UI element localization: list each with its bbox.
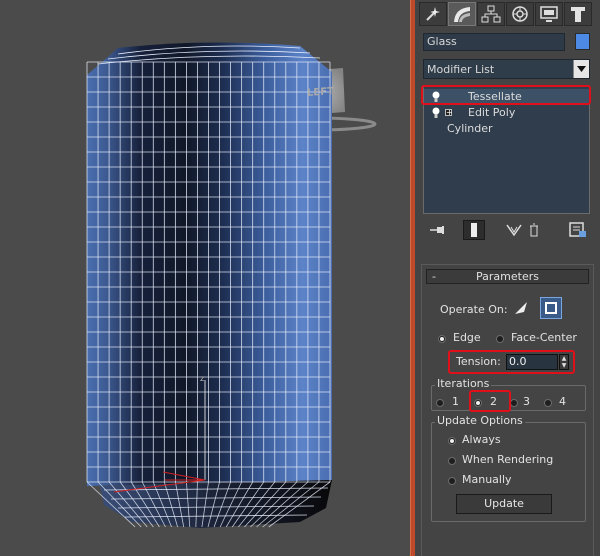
square-face-icon [545,302,557,314]
tab-display[interactable] [535,2,563,26]
axis-z-label: z [200,374,205,383]
edge-radio[interactable] [438,335,446,343]
pin-stack-button[interactable] [427,220,449,240]
update-options-label: Update Options [435,414,525,427]
parameters-rollout: - Parameters Operate On: Edge Face-Cente… [421,264,594,556]
stack-toolbar [423,220,593,242]
expand-plus-icon[interactable]: + [445,109,453,117]
parameters-rollout-header[interactable]: - Parameters [426,269,589,284]
update-button[interactable]: Update [456,494,552,514]
trash-icon [530,223,538,237]
tab-create[interactable] [419,2,447,26]
operate-on-faces-button[interactable] [540,297,562,319]
tab-hierarchy[interactable] [477,2,505,26]
edge-label: Edge [453,331,481,344]
make-unique-button[interactable] [503,220,525,240]
command-panel-tabs [419,2,592,28]
pin-icon [430,226,444,234]
iteration-4-radio[interactable] [544,399,552,407]
hierarchy-icon [481,5,501,23]
modifier-list-label: Modifier List [427,63,495,76]
end-result-icon [471,223,477,237]
iterations-label: Iterations [435,377,492,390]
viewcube-face-label: LEFT [307,86,334,99]
modifier-list-dropdown[interactable]: Modifier List [423,59,590,79]
tab-modify[interactable] [448,2,476,26]
configure-sets-icon [569,222,586,237]
when-rendering-label: When Rendering [462,453,554,466]
chevron-down-icon [577,66,586,72]
create-icon [426,7,440,21]
object-name-field[interactable]: Glass [423,33,565,51]
rollout-title: Parameters [476,270,539,283]
show-end-result-button[interactable] [463,220,485,240]
iteration-1-radio[interactable] [436,399,444,407]
dropdown-arrow-button[interactable] [573,60,589,78]
highlight-tessellate [421,85,591,105]
when-rendering-radio[interactable] [448,457,456,465]
lightbulb-icon[interactable] [432,107,440,119]
modifier-stack: Tessellate + Edit Poly Cylinder [423,86,590,214]
highlight-iteration-2 [469,390,511,412]
stack-item-edit-poly[interactable]: + Edit Poly [424,105,589,121]
tab-motion[interactable] [506,2,534,26]
triangle-face-icon [515,302,527,314]
highlight-tension [448,350,575,374]
iteration-3-radio[interactable] [510,399,518,407]
face-center-label: Face-Center [511,331,577,344]
display-icon [540,6,558,22]
face-center-radio[interactable] [496,335,504,343]
stack-item-label: Cylinder [447,122,493,135]
operate-on-label: Operate On: [440,303,508,316]
stack-item-label: Edit Poly [468,106,516,119]
modify-icon [454,7,470,22]
collapse-icon: - [432,270,436,283]
always-label: Always [462,433,501,446]
manually-label: Manually [462,473,512,486]
stack-item-cylinder[interactable]: Cylinder [424,121,589,137]
motion-icon [512,6,528,22]
glass-mesh[interactable] [86,42,332,528]
command-panel: Glass Modifier List Tessellate + Edit Po… [415,0,600,556]
viewport-scene [86,42,377,528]
app-window: LEFT z Glass Modifier List Tessellate + … [0,0,600,556]
iteration-4-label: 4 [559,395,566,408]
make-unique-icon [506,224,522,237]
operate-on-polygons-button[interactable] [510,298,532,318]
object-color-swatch[interactable] [575,33,590,50]
configure-modifier-sets-button[interactable] [567,220,589,240]
manually-radio[interactable] [448,477,456,485]
iteration-3-label: 3 [523,395,530,408]
viewport[interactable]: LEFT z [0,0,410,556]
iteration-1-label: 1 [452,395,459,408]
remove-modifier-button[interactable] [523,220,545,240]
utilities-icon [571,7,585,22]
always-radio[interactable] [448,437,456,445]
tab-utilities[interactable] [564,2,592,26]
